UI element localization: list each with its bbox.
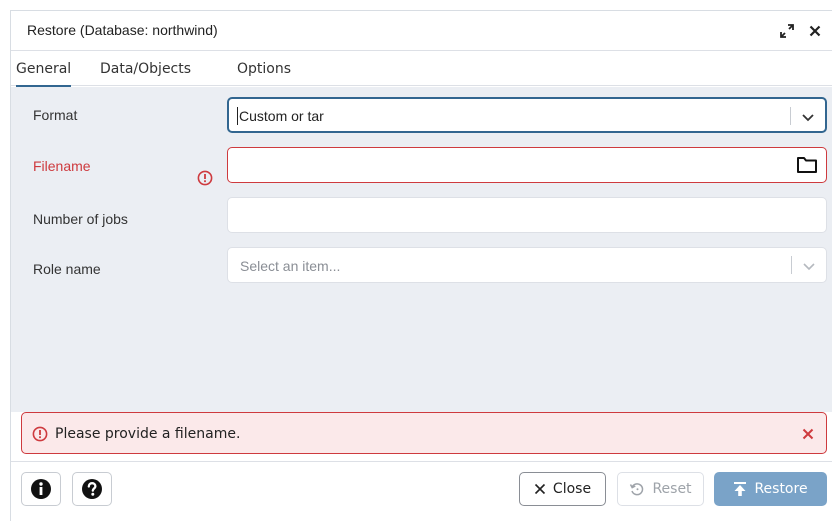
jobs-input[interactable] — [228, 198, 826, 232]
format-label: Format — [33, 107, 78, 123]
dialog-title: Restore (Database: northwind) — [27, 22, 218, 38]
error-alert: Please provide a filename. — [21, 412, 827, 454]
dialog-titlebar[interactable]: Restore (Database: northwind) — [11, 11, 832, 51]
jobs-label: Number of jobs — [33, 211, 128, 227]
jobs-field[interactable] — [227, 197, 827, 233]
reset-button-label: Reset — [652, 481, 692, 497]
info-button[interactable] — [21, 472, 61, 506]
title-actions — [779, 21, 823, 41]
format-select[interactable]: Custom or tar — [227, 97, 827, 133]
close-x-icon[interactable] — [807, 21, 823, 41]
help-button[interactable] — [72, 472, 112, 506]
error-exclamation-icon — [197, 170, 213, 186]
expand-arrows-icon[interactable] — [779, 21, 795, 41]
reset-button[interactable]: Reset — [617, 472, 704, 506]
tab-data-objects[interactable]: Data/Objects — [100, 52, 191, 86]
help-icon — [82, 479, 102, 499]
close-button-label: Close — [552, 481, 592, 497]
error-exclamation-icon — [32, 426, 48, 442]
chevron-down-icon[interactable] — [802, 259, 816, 273]
role-placeholder: Select an item... — [240, 258, 341, 274]
text-caret — [237, 107, 238, 125]
filename-label: Filename — [33, 158, 91, 174]
format-value: Custom or tar — [239, 108, 324, 124]
restore-button-label: Restore — [754, 481, 808, 497]
close-x-icon — [534, 483, 545, 495]
alert-close-icon[interactable] — [800, 426, 816, 442]
role-select[interactable]: Select an item... — [227, 247, 827, 283]
tab-bar: General Data/Objects Options — [11, 52, 832, 87]
chevron-down-icon[interactable] — [801, 110, 815, 124]
restore-button[interactable]: Restore — [714, 472, 827, 506]
select-divider — [791, 256, 792, 274]
reset-icon — [630, 483, 644, 496]
role-label: Role name — [33, 261, 101, 277]
general-panel: Format Custom or tar Filename Number of … — [11, 87, 832, 412]
select-divider — [790, 107, 791, 125]
upload-icon — [734, 482, 747, 496]
filename-field[interactable] — [227, 147, 827, 183]
info-icon — [31, 479, 51, 499]
tab-general[interactable]: General — [16, 52, 72, 87]
alert-message: Please provide a filename. — [55, 426, 241, 442]
filename-input[interactable] — [228, 148, 826, 182]
dialog-footer: Close Reset Restore — [11, 461, 832, 521]
restore-dialog: Restore (Database: northwind) General Da… — [10, 10, 832, 521]
close-button[interactable]: Close — [519, 472, 606, 506]
tab-options[interactable]: Options — [237, 52, 291, 86]
folder-icon[interactable] — [796, 156, 818, 174]
